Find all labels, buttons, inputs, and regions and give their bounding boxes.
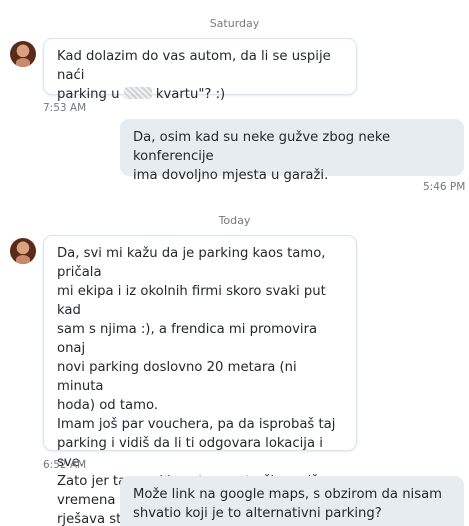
message-received-1[interactable]: Kad dolazim do vas autom, da li se uspij… (43, 38, 357, 102)
redacted-name (123, 87, 152, 99)
message-text: Može link na google maps, s obzirom da n… (133, 487, 443, 521)
day-separator-saturday: Saturday (209, 17, 260, 30)
message-timestamp: 5:46 PM (423, 181, 466, 193)
message-timestamp: 7:53 AM (43, 102, 87, 114)
message-timestamp: 6:52 AM (43, 459, 87, 471)
message-text: Da, osim kad su neke gužve zbog neke kon… (133, 130, 391, 183)
contact-avatar[interactable] (10, 238, 36, 264)
conversation-view: Saturday Kad dolazim do vas autom, da li… (0, 0, 469, 526)
message-sent-1[interactable]: Da, osim kad su neke gužve zbog neke kon… (120, 119, 464, 183)
message-received-2[interactable]: Da, svi mi kažu da je parking kaos tamo,… (43, 235, 357, 526)
contact-avatar[interactable] (10, 41, 36, 67)
day-separator-today: Today (218, 214, 251, 227)
message-text: kvartu"? :) (151, 87, 226, 102)
message-sent-2[interactable]: Može link na google maps, s obzirom da n… (120, 476, 464, 526)
